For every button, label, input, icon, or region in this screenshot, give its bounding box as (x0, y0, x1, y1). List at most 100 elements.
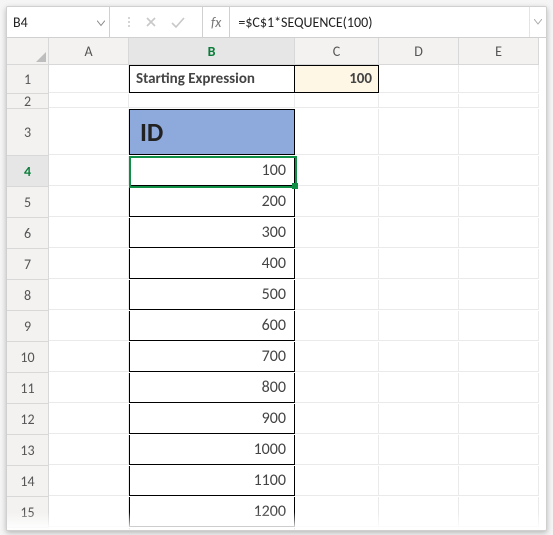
cell-C10[interactable] (295, 342, 379, 372)
cell-A1[interactable] (49, 65, 129, 93)
cell-C3[interactable] (295, 109, 379, 155)
select-all-corner[interactable] (7, 38, 49, 65)
cell-B5[interactable]: 200 (129, 187, 295, 217)
row-header-12[interactable]: 12 (7, 404, 49, 435)
col-header-E[interactable]: E (459, 38, 539, 65)
cell-C7[interactable] (295, 249, 379, 279)
cell-B13[interactable]: 1000 (129, 435, 295, 465)
row-header-1[interactable]: 1 (7, 65, 49, 94)
row-header-5[interactable]: 5 (7, 187, 49, 218)
col-header-C[interactable]: C (295, 38, 379, 65)
col-header-A[interactable]: A (49, 38, 129, 65)
cell-C13[interactable] (295, 435, 379, 465)
cell-A11[interactable] (49, 373, 129, 403)
cell-C14[interactable] (295, 466, 379, 496)
cell-B7[interactable]: 400 (129, 249, 295, 279)
cell-E8[interactable] (459, 280, 539, 310)
cell-E9[interactable] (459, 311, 539, 341)
cell-A2[interactable] (49, 94, 129, 108)
cell-B2[interactable] (129, 94, 295, 108)
col-header-B[interactable]: B (129, 38, 295, 65)
cell-D8[interactable] (379, 280, 459, 310)
expand-formula-bar[interactable] (529, 7, 546, 37)
cell-A10[interactable] (49, 342, 129, 372)
cell-C2[interactable] (295, 94, 379, 108)
cell-B4[interactable]: 100 (129, 156, 295, 186)
row-header-7[interactable]: 7 (7, 249, 49, 280)
row-header-10[interactable]: 10 (7, 342, 49, 373)
cell-D5[interactable] (379, 187, 459, 217)
cell-B9[interactable]: 600 (129, 311, 295, 341)
formula-text: =$C$1*SEQUENCE(100) (238, 14, 372, 31)
cell-C12[interactable] (295, 404, 379, 434)
cell-C4[interactable] (295, 156, 379, 186)
cell-D10[interactable] (379, 342, 459, 372)
row-header-13[interactable]: 13 (7, 435, 49, 466)
cell-A3[interactable] (49, 109, 129, 155)
cell-D3[interactable] (379, 109, 459, 155)
cell-E2[interactable] (459, 94, 539, 108)
cell-E6[interactable] (459, 218, 539, 248)
cell-D14[interactable] (379, 466, 459, 496)
cell-E4[interactable] (459, 156, 539, 186)
chevron-down-icon[interactable] (97, 14, 105, 31)
cell-B11[interactable]: 800 (129, 373, 295, 403)
cell-A9[interactable] (49, 311, 129, 341)
cell-B3[interactable]: ID (129, 109, 295, 155)
cell-E1[interactable] (459, 65, 539, 93)
cell-D6[interactable] (379, 218, 459, 248)
cell-D7[interactable] (379, 249, 459, 279)
cell-B12[interactable]: 900 (129, 404, 295, 434)
fx-button[interactable]: fx (203, 7, 230, 37)
cell-E13[interactable] (459, 435, 539, 465)
cell-D11[interactable] (379, 373, 459, 403)
enter-icon[interactable] (171, 16, 185, 28)
row-header-8[interactable]: 8 (7, 280, 49, 311)
cell-C1[interactable]: 100 (295, 65, 379, 93)
cell-E12[interactable] (459, 404, 539, 434)
cell-D2[interactable] (379, 94, 459, 108)
cell-B10[interactable]: 700 (129, 342, 295, 372)
cell-C9[interactable] (295, 311, 379, 341)
cell-D12[interactable] (379, 404, 459, 434)
cell-D4[interactable] (379, 156, 459, 186)
cell-C11[interactable] (295, 373, 379, 403)
row-header-4[interactable]: 4 (7, 156, 49, 187)
cell-A8[interactable] (49, 280, 129, 310)
name-box[interactable]: B4 (7, 7, 110, 37)
cell-C5[interactable] (295, 187, 379, 217)
cell-A12[interactable] (49, 404, 129, 434)
cell-B8[interactable]: 500 (129, 280, 295, 310)
cell-D9[interactable] (379, 311, 459, 341)
cell-C6[interactable] (295, 218, 379, 248)
cell-A4[interactable] (49, 156, 129, 186)
spreadsheet-grid[interactable]: A B C D E 1 Starting Expression 100 2 3 … (7, 38, 546, 531)
cell-E5[interactable] (459, 187, 539, 217)
cell-A7[interactable] (49, 249, 129, 279)
cell-B1[interactable]: Starting Expression (129, 65, 295, 93)
cell-A5[interactable] (49, 187, 129, 217)
cell-E3[interactable] (459, 109, 539, 155)
row-header-2[interactable]: 2 (7, 94, 49, 109)
formula-input[interactable]: =$C$1*SEQUENCE(100) (230, 7, 529, 37)
cell-D13[interactable] (379, 435, 459, 465)
cell-C8[interactable] (295, 280, 379, 310)
cell-A13[interactable] (49, 435, 129, 465)
cell-E14[interactable] (459, 466, 539, 496)
cell-A6[interactable] (49, 218, 129, 248)
cell-A14[interactable] (49, 466, 129, 496)
row-header-14[interactable]: 14 (7, 466, 49, 497)
cell-B6[interactable]: 300 (129, 218, 295, 248)
name-box-value: B4 (13, 14, 28, 31)
cell-D1[interactable] (379, 65, 459, 93)
row-header-6[interactable]: 6 (7, 218, 49, 249)
cell-E7[interactable] (459, 249, 539, 279)
row-header-3[interactable]: 3 (7, 109, 49, 156)
row-header-11[interactable]: 11 (7, 373, 49, 404)
cancel-icon[interactable] (145, 16, 157, 28)
row-header-9[interactable]: 9 (7, 311, 49, 342)
col-header-D[interactable]: D (379, 38, 459, 65)
cell-B14[interactable]: 1100 (129, 466, 295, 496)
cell-E10[interactable] (459, 342, 539, 372)
cell-E11[interactable] (459, 373, 539, 403)
